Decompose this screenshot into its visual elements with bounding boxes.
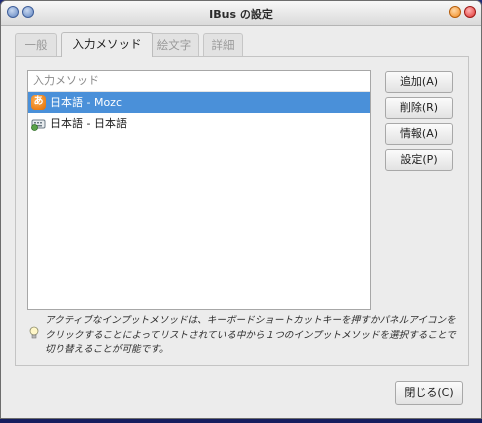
tab-input-method[interactable]: 入力メソッド xyxy=(61,32,153,57)
close-button[interactable]: 閉じる(C) xyxy=(395,381,463,405)
info-button[interactable]: 情報(A) xyxy=(385,123,453,145)
keyboard-icon xyxy=(31,116,46,131)
title-bar[interactable]: IBus の設定 xyxy=(1,1,481,26)
add-button[interactable]: 追加(A) xyxy=(385,71,453,93)
close-window-icon[interactable] xyxy=(464,6,476,18)
lightbulb-icon xyxy=(29,326,39,340)
remove-button[interactable]: 削除(R) xyxy=(385,97,453,119)
tab-emoji[interactable]: 絵文字 xyxy=(149,33,199,56)
tab-advanced[interactable]: 詳細 xyxy=(203,33,243,56)
window-title: IBus の設定 xyxy=(209,8,273,21)
minimize-icon[interactable] xyxy=(449,6,461,18)
input-method-list[interactable]: 入力メソッド あ 日本語 - Mozc 日本語 - 日本語 xyxy=(27,70,371,310)
list-header: 入力メソッド xyxy=(28,71,370,92)
tab-general[interactable]: 一般 xyxy=(15,33,57,56)
hint-text: アクティブなインプットメソッドは、キーボードショートカットキーを押すかパネルアイ… xyxy=(45,315,456,355)
list-item-label: 日本語 - Mozc xyxy=(50,96,123,109)
list-item-label: 日本語 - 日本語 xyxy=(50,117,127,130)
settings-button[interactable]: 設定(P) xyxy=(385,149,453,171)
list-item[interactable]: あ 日本語 - Mozc xyxy=(28,92,370,113)
mozc-icon: あ xyxy=(31,95,46,110)
settings-window: IBus の設定 一般 入力メソッド 絵文字 詳細 入力メソッド あ 日本語 -… xyxy=(0,0,482,419)
list-item[interactable]: 日本語 - 日本語 xyxy=(28,113,370,134)
